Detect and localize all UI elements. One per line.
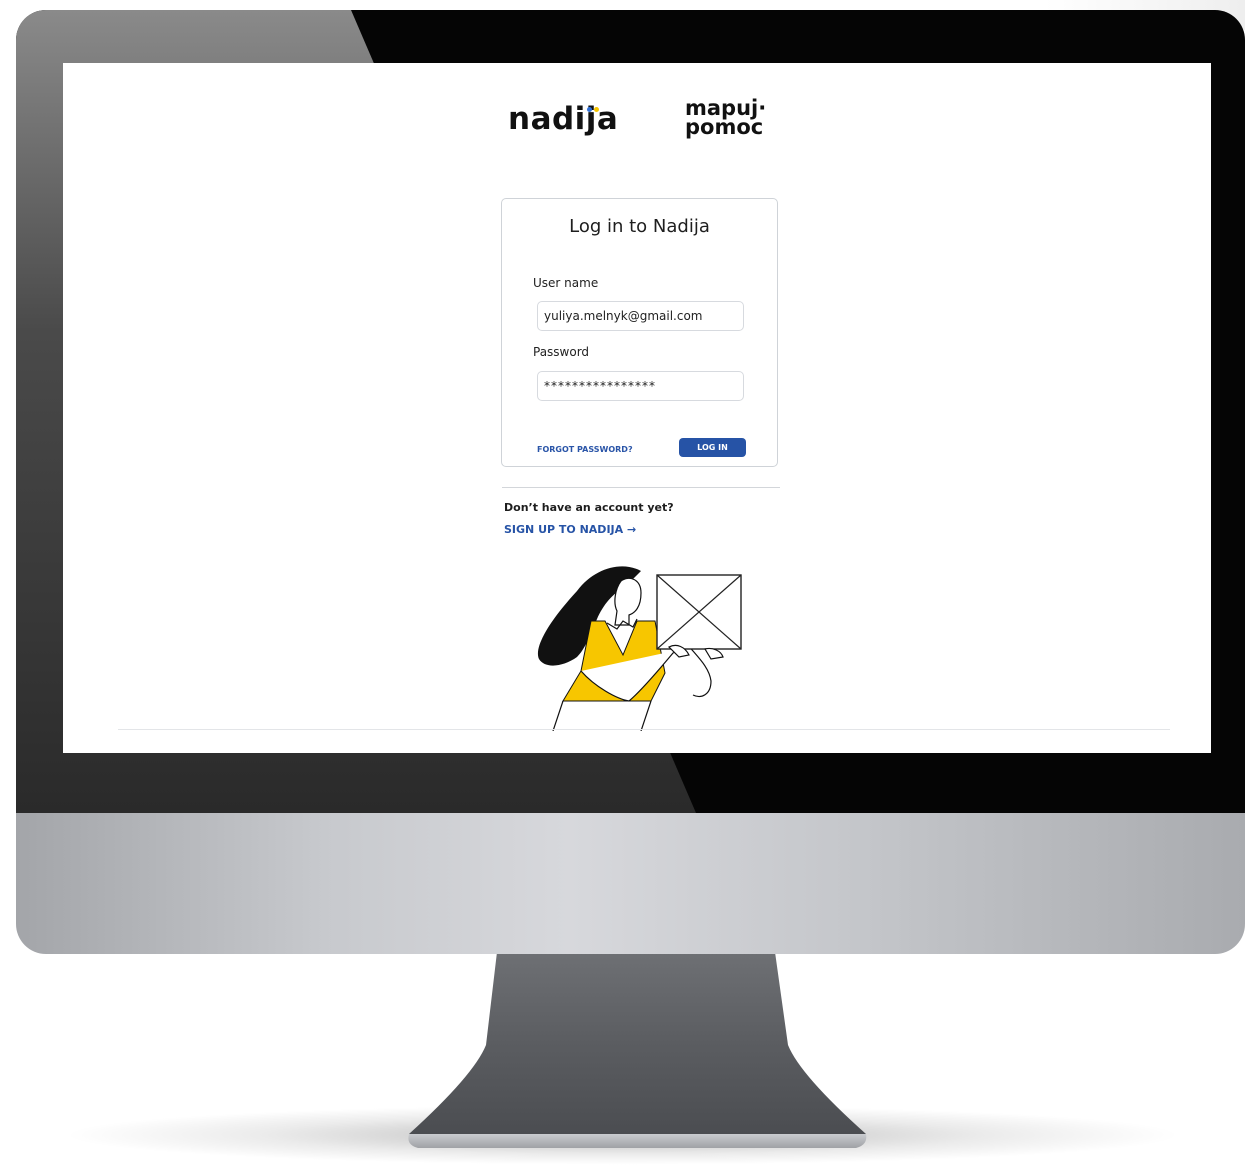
footer-divider (118, 729, 1170, 730)
signup-link[interactable]: SIGN UP TO NADIJA → (504, 523, 636, 536)
login-title: Log in to Nadija (569, 216, 710, 237)
forgot-password-link[interactable]: FORGOT PASSWORD? (537, 445, 633, 454)
mapuj-logo-line2: pomoc (685, 115, 764, 139)
no-account-text: Don’t have an account yet? (504, 501, 674, 514)
login-button[interactable]: LOG IN (679, 438, 746, 457)
password-input[interactable] (537, 371, 744, 401)
nadija-logo: nadija (508, 101, 619, 137)
monitor-chin (16, 812, 1245, 954)
screen: nadija mapuj· pomoc Log in to Nadija Use… (63, 63, 1211, 753)
login-card: Log in to Nadija User name Password FORG… (501, 198, 778, 467)
woman-holding-picture-illustration (537, 566, 742, 731)
password-label: Password (533, 345, 590, 359)
logo-dots-icon (587, 107, 601, 115)
username-label: User name (533, 276, 599, 290)
mapuj-pomoc-logo: mapuj· pomoc (685, 98, 775, 139)
section-divider (502, 487, 780, 488)
username-input[interactable] (537, 301, 744, 331)
